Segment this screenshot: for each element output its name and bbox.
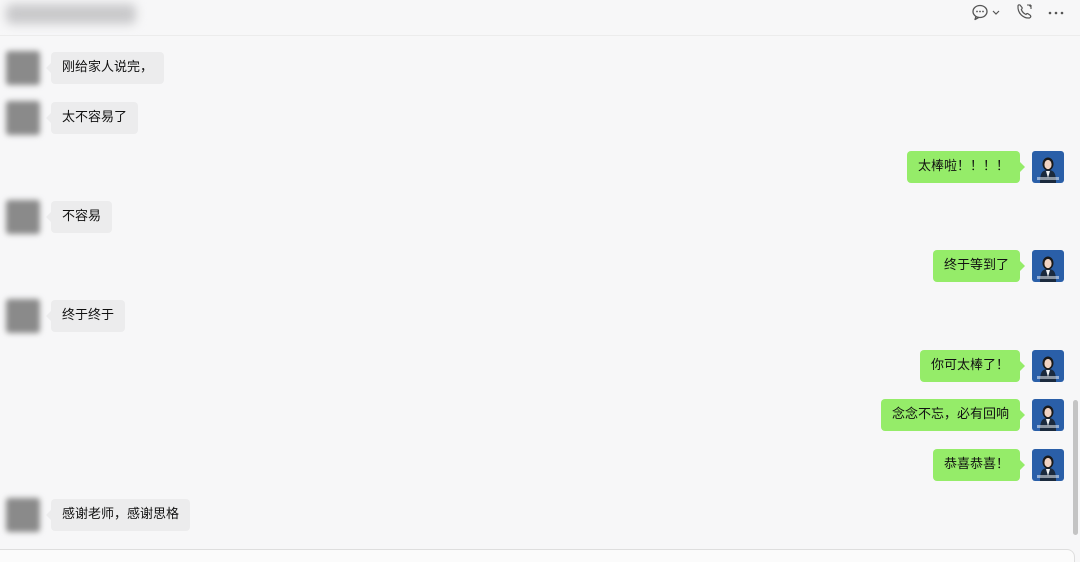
- message-row: 太棒啦！！！！: [0, 148, 1080, 188]
- chat-header: [0, 0, 1080, 36]
- message-list[interactable]: 刚给家人说完， 太不容易了 太棒啦！！！！ 不容易 终于等到了 终于终于 你可太…: [0, 36, 1080, 548]
- phone-icon[interactable]: [1014, 2, 1034, 22]
- avatar[interactable]: [6, 498, 40, 532]
- message-bubble[interactable]: 太棒啦！！！！: [906, 151, 1026, 183]
- avatar[interactable]: [6, 299, 40, 333]
- message-bubble[interactable]: 恭喜恭喜！: [932, 449, 1026, 481]
- avatar[interactable]: [1032, 250, 1064, 282]
- avatar[interactable]: [6, 101, 40, 135]
- message-bubble[interactable]: 念念不忘，必有回响: [880, 399, 1026, 431]
- message-row: 刚给家人说完，: [0, 49, 1080, 89]
- message-bubble[interactable]: 太不容易了: [45, 102, 139, 134]
- contact-name-blurred: [6, 4, 136, 24]
- chat-bubble-icon[interactable]: [971, 2, 989, 22]
- avatar[interactable]: [6, 200, 40, 234]
- avatar[interactable]: [1032, 449, 1064, 481]
- message-bubble[interactable]: 刚给家人说完，: [45, 52, 165, 84]
- message-bubble[interactable]: 终于等到了: [932, 250, 1026, 282]
- message-row: 感谢老师，感谢思格: [0, 496, 1080, 536]
- message-row: 终于终于: [0, 297, 1080, 337]
- message-row: 不容易: [0, 198, 1080, 238]
- message-input-area[interactable]: [0, 549, 1075, 562]
- message-bubble[interactable]: 不容易: [45, 201, 113, 233]
- avatar[interactable]: [1032, 399, 1064, 431]
- scrollbar[interactable]: [1073, 400, 1078, 535]
- avatar[interactable]: [1032, 151, 1064, 183]
- avatar[interactable]: [1032, 350, 1064, 382]
- message-row: 终于等到了: [0, 247, 1080, 287]
- message-row: 你可太棒了！: [0, 347, 1080, 387]
- message-row: 恭喜恭喜！: [0, 446, 1080, 486]
- chevron-down-icon[interactable]: [991, 2, 1001, 22]
- message-bubble[interactable]: 终于终于: [45, 300, 126, 332]
- message-bubble[interactable]: 你可太棒了！: [919, 350, 1026, 382]
- message-row: 念念不忘，必有回响: [0, 396, 1080, 436]
- avatar[interactable]: [6, 51, 40, 85]
- message-bubble[interactable]: 感谢老师，感谢思格: [45, 499, 191, 531]
- message-row: 太不容易了: [0, 99, 1080, 139]
- more-icon[interactable]: [1046, 2, 1066, 22]
